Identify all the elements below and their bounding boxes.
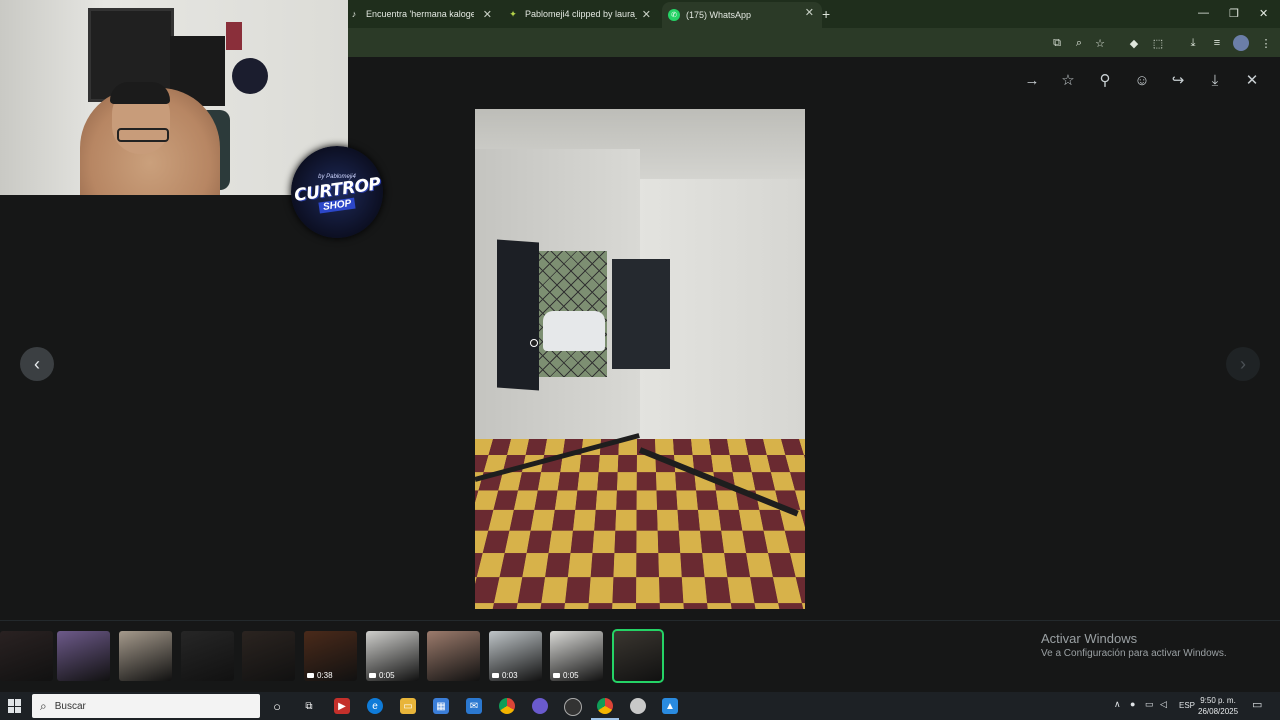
microphone-icon[interactable]: ● bbox=[1130, 699, 1135, 709]
chrome-active-icon[interactable] bbox=[591, 698, 619, 720]
video-camera-icon bbox=[307, 673, 314, 678]
taskbar-clock[interactable]: 9:50 p. m. 26/08/2025 bbox=[1198, 695, 1238, 717]
media-thumbnail[interactable] bbox=[57, 631, 110, 681]
file-explorer-icon[interactable]: ▭ bbox=[400, 698, 416, 714]
store-icon[interactable]: ▦ bbox=[433, 698, 449, 714]
language-indicator[interactable]: ESP bbox=[1179, 701, 1195, 710]
app-icon-red[interactable]: ▶ bbox=[334, 698, 350, 714]
emoji-icon[interactable]: ☺ bbox=[1132, 70, 1152, 90]
tab-title: Pablomeji4 clipped by laura_16 bbox=[525, 9, 637, 19]
zoom-icon[interactable]: ⌕ bbox=[1071, 35, 1087, 51]
close-tab-icon[interactable]: ✕ bbox=[805, 6, 814, 19]
taskbar-search[interactable]: ⌕ Buscar bbox=[32, 694, 260, 718]
video-duration-text: 0:05 bbox=[379, 671, 395, 680]
reading-list-icon[interactable]: ≡ bbox=[1209, 35, 1225, 51]
show-hidden-icons[interactable]: ∧ bbox=[1114, 699, 1121, 710]
network-icon[interactable]: ▭ bbox=[1145, 699, 1154, 710]
video-duration: 0:38 bbox=[307, 671, 333, 680]
media-thumbnail[interactable]: 0:05 bbox=[550, 631, 603, 681]
volume-icon[interactable]: ◁ bbox=[1160, 699, 1167, 710]
mouse-cursor bbox=[530, 339, 538, 347]
forward-icon[interactable]: → bbox=[1022, 70, 1042, 90]
previous-media-button[interactable]: ‹ bbox=[20, 347, 54, 381]
close-tab-icon[interactable]: ✕ bbox=[642, 8, 651, 21]
video-duration: 0:03 bbox=[492, 671, 518, 680]
media-thumbnail[interactable]: 0:05 bbox=[366, 631, 419, 681]
extension-diamond-icon[interactable]: ◆ bbox=[1126, 35, 1142, 51]
bookmark-star-icon[interactable]: ☆ bbox=[1092, 35, 1108, 51]
media-thumbnail[interactable]: 0:38 bbox=[304, 631, 357, 681]
whatsapp-icon: ✆ bbox=[668, 9, 680, 21]
tab-title: (175) WhatsApp bbox=[686, 10, 752, 20]
media-thumbnail[interactable] bbox=[242, 631, 295, 681]
extensions-puzzle-icon[interactable]: ⬚ bbox=[1150, 35, 1166, 51]
chrome-icon[interactable] bbox=[499, 698, 515, 714]
windows-taskbar: ⌕ Buscar ○ ⧉ ▶ e ▭ ▦ ✉ ▲ ∧ ● ▭ ◁ ESP 9:5… bbox=[0, 692, 1280, 720]
video-duration: 0:05 bbox=[369, 671, 395, 680]
video-duration: 0:05 bbox=[553, 671, 579, 680]
clock-date: 26/08/2025 bbox=[1198, 707, 1239, 716]
task-view-icon[interactable]: ⧉ bbox=[301, 698, 317, 714]
notifications-icon[interactable]: ▭ bbox=[1252, 698, 1262, 711]
media-thumbnail[interactable] bbox=[612, 629, 664, 683]
menu-kebab-icon[interactable]: ⋮ bbox=[1258, 35, 1274, 51]
tiktok-icon: ♪ bbox=[351, 9, 357, 19]
clock-time: 9:50 p. m. bbox=[1200, 696, 1236, 705]
profile-avatar[interactable] bbox=[1233, 35, 1249, 51]
taskbar-search-placeholder: Buscar bbox=[54, 700, 86, 712]
pin-icon[interactable]: ⚲ bbox=[1095, 70, 1115, 90]
app-icon-circle[interactable] bbox=[564, 698, 582, 716]
downloads-icon[interactable]: ⤓ bbox=[1185, 35, 1201, 51]
video-camera-icon bbox=[553, 673, 560, 678]
shop-logo: by Pablomeji4 CURTROP SHOP bbox=[291, 146, 383, 238]
close-tab-icon[interactable]: ✕ bbox=[483, 8, 492, 21]
tab-twitch-clip[interactable]: ✦ Pablomeji4 clipped by laura_16 ✕ bbox=[507, 4, 659, 24]
windows-start-icon[interactable] bbox=[8, 699, 22, 713]
mail-icon[interactable]: ✉ bbox=[466, 698, 482, 714]
media-photo bbox=[475, 109, 805, 609]
star-icon[interactable]: ☆ bbox=[1058, 70, 1078, 90]
tab-whatsapp[interactable]: ✆ (175) WhatsApp ✕ bbox=[662, 2, 822, 28]
close-window-button[interactable]: ✕ bbox=[1259, 7, 1268, 20]
share-icon[interactable]: ↪ bbox=[1168, 70, 1188, 90]
install-app-icon[interactable]: ⧉ bbox=[1049, 35, 1065, 51]
tab-title: Encuentra 'hermana kalogeras' bbox=[366, 9, 474, 19]
video-camera-icon bbox=[369, 673, 376, 678]
minimize-button[interactable]: — bbox=[1198, 7, 1209, 19]
media-thumbnail[interactable] bbox=[427, 631, 480, 681]
app-icon-purple[interactable] bbox=[532, 698, 548, 714]
media-viewer-left bbox=[0, 195, 348, 620]
video-duration-text: 0:05 bbox=[563, 671, 579, 680]
restore-button[interactable]: ❐ bbox=[1229, 7, 1239, 20]
new-tab-button[interactable]: + bbox=[822, 6, 830, 22]
media-thumbnail[interactable] bbox=[119, 631, 172, 681]
next-media-button[interactable]: › bbox=[1226, 347, 1260, 381]
cortana-icon[interactable]: ○ bbox=[269, 698, 285, 714]
video-duration-text: 0:38 bbox=[317, 671, 333, 680]
media-thumbnail[interactable]: 0:03 bbox=[489, 631, 542, 681]
twitch-clip-icon: ✦ bbox=[509, 8, 517, 19]
edge-icon[interactable]: e bbox=[367, 698, 383, 714]
search-icon: ⌕ bbox=[40, 698, 47, 713]
video-duration-text: 0:03 bbox=[502, 671, 518, 680]
media-thumbnail[interactable] bbox=[0, 631, 53, 681]
video-camera-icon bbox=[492, 673, 499, 678]
watermark-title: Activar Windows bbox=[1041, 631, 1138, 646]
windows-activation-watermark: Activar Windows Ve a Configuración para … bbox=[1041, 631, 1227, 659]
download-icon[interactable]: ⤓ bbox=[1205, 70, 1225, 90]
app-icon-blue[interactable]: ▲ bbox=[662, 698, 678, 714]
webcam-overlay bbox=[0, 0, 348, 195]
watermark-subtitle: Ve a Configuración para activar Windows. bbox=[1041, 648, 1227, 659]
app-icon-gray[interactable] bbox=[630, 698, 646, 714]
media-thumbnail[interactable] bbox=[181, 631, 234, 681]
tab-tiktok[interactable]: ♪ Encuentra 'hermana kalogeras' ✕ bbox=[348, 4, 500, 24]
close-icon[interactable]: ✕ bbox=[1242, 70, 1262, 90]
